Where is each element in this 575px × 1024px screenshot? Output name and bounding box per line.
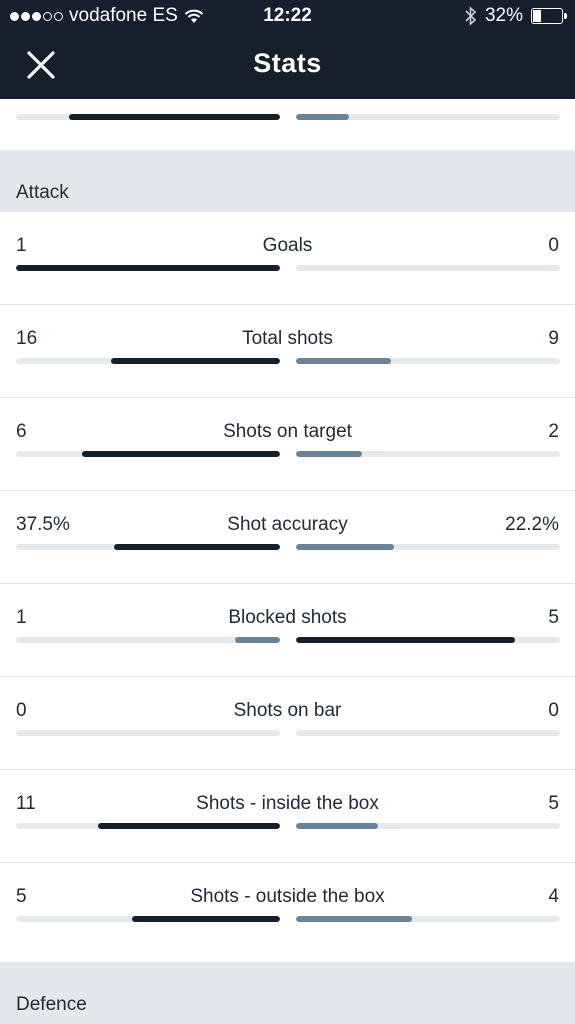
home-stat-bar: [16, 637, 280, 643]
away-stat-bar: [296, 358, 560, 364]
top-bar: vodafone ES 12:22 32% Stats: [0, 0, 575, 99]
stat-name: Total shots: [242, 328, 333, 349]
away-value: 2: [548, 421, 559, 442]
away-stat-bar: [296, 544, 560, 550]
away-value: 0: [548, 235, 559, 256]
stat-row: 11 Shots - inside the box 5: [0, 770, 575, 863]
stat-row: 16 Total shots 9: [0, 305, 575, 398]
home-stat-bar: [16, 451, 280, 457]
stat-name: Shots - inside the box: [196, 793, 379, 814]
away-stat-bar: [296, 637, 560, 643]
stat-row: 1 Goals 0: [0, 212, 575, 305]
stat-name: Blocked shots: [228, 607, 347, 628]
section-title: Attack: [16, 182, 69, 203]
home-stat-bar: [16, 916, 280, 922]
away-stat-bar: [296, 916, 560, 922]
stat-row: 0 Shots on bar 0: [0, 677, 575, 770]
stat-name: Shots - outside the box: [190, 886, 385, 907]
stat-name: Shots on bar: [233, 700, 342, 721]
home-stat-bar: [16, 730, 280, 736]
stat-name: Goals: [262, 235, 313, 256]
stat-row: 1 Blocked shots 5: [0, 584, 575, 677]
battery-icon: [531, 8, 567, 24]
home-stat-bar: [16, 358, 280, 364]
away-value: 5: [548, 793, 559, 814]
home-stat-bar: [16, 265, 280, 271]
away-stat-bar: [296, 823, 560, 829]
home-stat-bar: [16, 823, 280, 829]
away-stat-bar: [296, 730, 560, 736]
away-stat-bar: [296, 451, 560, 457]
status-bar: vodafone ES 12:22 32%: [0, 0, 575, 32]
away-stat-bar: [296, 265, 560, 271]
away-stat-bar: [296, 114, 560, 120]
away-value: 5: [548, 607, 559, 628]
away-value: 4: [548, 886, 559, 907]
page-title: Stats: [253, 48, 322, 78]
home-stat-bar: [16, 544, 280, 550]
stat-row: 6 Shots on target 2: [0, 398, 575, 491]
stats-list[interactable]: Attack 1 Goals 0 16 Total shots 9 6 Shots on ta…: [0, 99, 575, 1024]
away-value: 0: [548, 700, 559, 721]
stat-row-partial: [0, 99, 575, 150]
stat-row: 37.5% Shot accuracy 22.2%: [0, 491, 575, 584]
stat-row: 5 Shots - outside the box 4: [0, 863, 575, 954]
home-stat-bar: [16, 114, 280, 120]
away-value: 9: [548, 328, 559, 349]
section-header-defence: Defence: [0, 962, 575, 1024]
battery-percent: 32%: [484, 5, 523, 26]
stat-name: Shot accuracy: [227, 514, 348, 535]
section-title: Defence: [16, 994, 87, 1015]
bluetooth-icon: [465, 6, 477, 26]
away-value: 22.2%: [505, 514, 559, 535]
section-header-attack: Attack: [0, 150, 575, 212]
stat-name: Shots on target: [223, 421, 352, 442]
